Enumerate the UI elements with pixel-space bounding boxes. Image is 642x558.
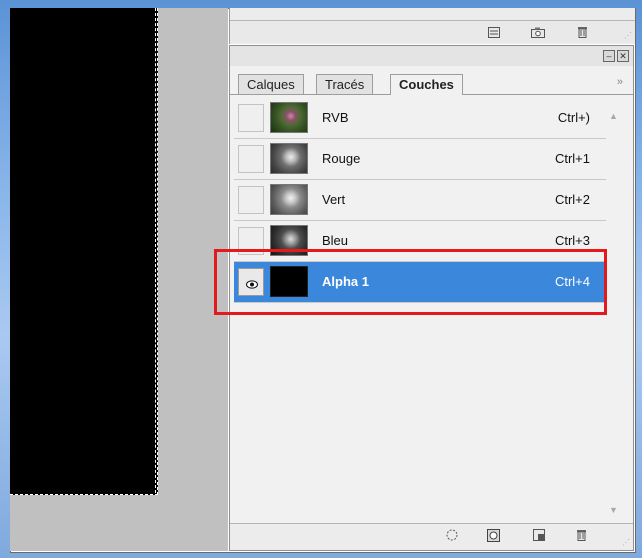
resize-grip-icon[interactable]: ⋰ xyxy=(624,31,632,40)
channel-name: Vert xyxy=(322,192,346,207)
tab-couches[interactable]: Couches xyxy=(390,74,463,95)
visibility-toggle[interactable] xyxy=(238,227,264,255)
upper-panel-strip: ⋰ xyxy=(229,8,635,44)
visibility-toggle[interactable] xyxy=(238,104,264,132)
minimize-icon[interactable]: – xyxy=(603,50,615,62)
resize-grip-icon[interactable]: ⋰ xyxy=(622,538,630,547)
upper-panel-toolbar: ⋰ xyxy=(230,20,635,43)
selection-marquee xyxy=(155,8,156,493)
save-selection-icon[interactable] xyxy=(486,529,500,543)
channel-row-alpha-1[interactable]: Alpha 1 Ctrl+4 xyxy=(234,262,606,303)
trash-icon[interactable] xyxy=(575,26,589,38)
channel-thumbnail xyxy=(270,266,308,297)
eye-icon xyxy=(246,278,258,292)
visibility-toggle[interactable] xyxy=(238,186,264,214)
camera-icon[interactable] xyxy=(531,26,545,38)
channel-list-scrollbar[interactable]: ▲ ▼ xyxy=(606,97,624,517)
channel-shortcut: Ctrl+3 xyxy=(554,233,590,248)
channel-row-rvb[interactable]: RVB Ctrl+) xyxy=(234,98,606,139)
channel-shortcut: Ctrl+1 xyxy=(554,151,590,166)
document-canvas-black-area xyxy=(10,8,158,495)
channels-panel: – ✕ Calques Tracés Couches » RVB Ctrl+) … xyxy=(229,45,634,551)
panel-tabs: Calques Tracés Couches xyxy=(230,66,633,95)
channel-name: Rouge xyxy=(322,151,361,166)
channel-row-bleu[interactable]: Bleu Ctrl+3 xyxy=(234,221,606,262)
channel-shortcut: Ctrl+) xyxy=(557,110,590,125)
channel-thumbnail xyxy=(270,102,308,133)
scroll-down-arrow-icon[interactable]: ▼ xyxy=(609,505,618,515)
panel-menu-icon[interactable]: » xyxy=(617,76,623,88)
panel-titlebar[interactable]: – ✕ xyxy=(230,46,633,66)
channel-shortcut: Ctrl+4 xyxy=(554,274,590,289)
visibility-toggle[interactable] xyxy=(238,145,264,173)
channel-row-rouge[interactable]: Rouge Ctrl+1 xyxy=(234,139,606,180)
channel-shortcut: Ctrl+2 xyxy=(554,192,590,207)
visibility-toggle[interactable] xyxy=(238,268,264,296)
trash-icon[interactable] xyxy=(574,529,588,543)
channel-name: Bleu xyxy=(322,233,349,248)
new-layer-icon[interactable] xyxy=(487,26,501,38)
channel-thumbnail xyxy=(270,225,308,256)
channel-name: Alpha 1 xyxy=(322,274,369,289)
tab-traces[interactable]: Tracés xyxy=(316,74,374,94)
close-icon[interactable]: ✕ xyxy=(617,50,629,62)
tab-calques[interactable]: Calques xyxy=(238,74,304,94)
channel-row-vert[interactable]: Vert Ctrl+2 xyxy=(234,180,606,221)
channel-list: RVB Ctrl+) Rouge Ctrl+1 Vert Ctrl+2 Bleu… xyxy=(234,98,606,303)
new-channel-icon[interactable] xyxy=(532,529,546,543)
canvas-pasteboard xyxy=(158,8,228,551)
channel-thumbnail xyxy=(270,143,308,174)
channel-thumbnail xyxy=(270,184,308,215)
load-selection-icon[interactable] xyxy=(445,529,459,543)
panel-footer-toolbar: ⋰ xyxy=(230,523,633,550)
canvas-pasteboard-bottom xyxy=(10,495,228,551)
channel-name: RVB xyxy=(322,110,349,125)
scroll-up-arrow-icon[interactable]: ▲ xyxy=(609,111,618,121)
